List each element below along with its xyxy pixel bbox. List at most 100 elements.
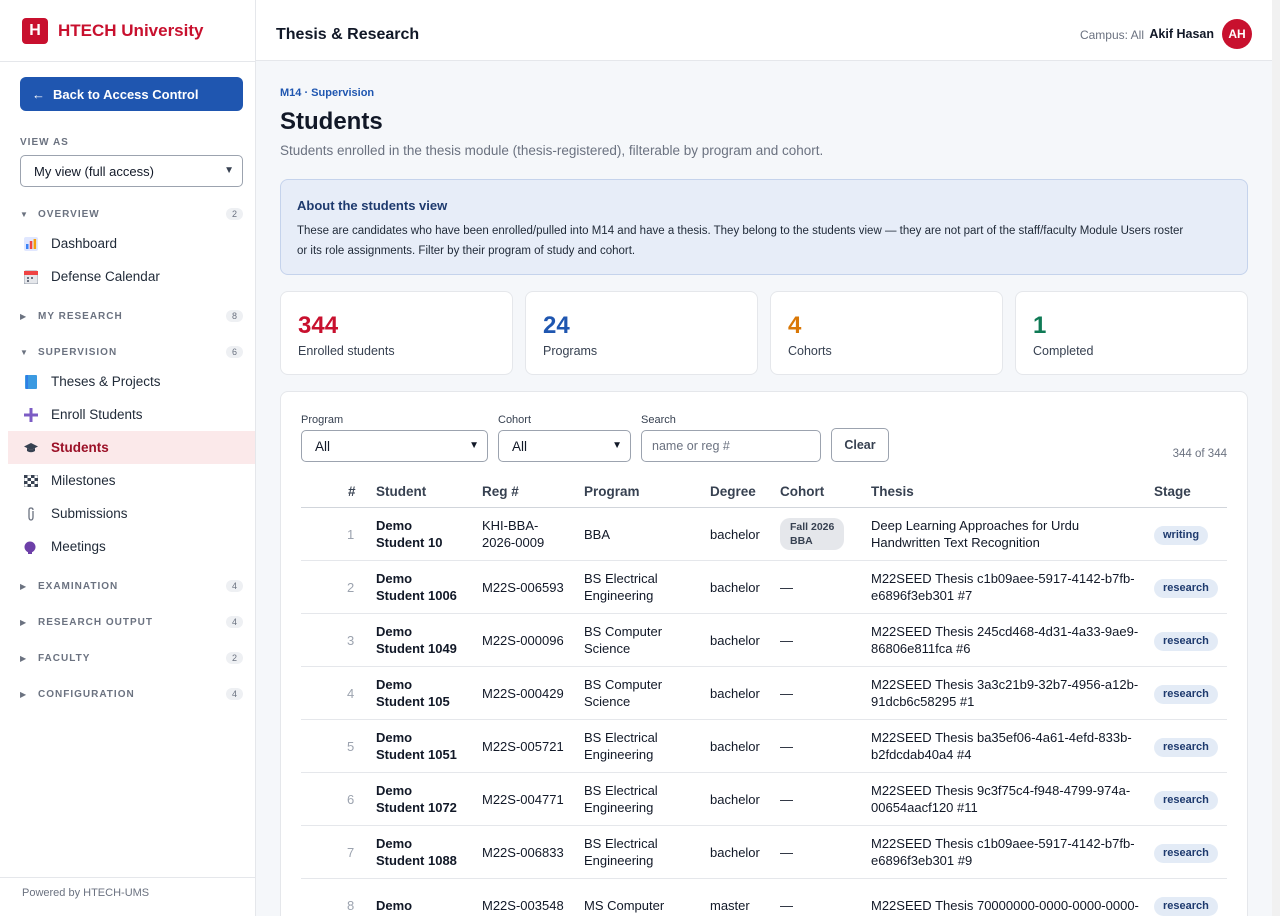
student-name-line: Demo	[376, 783, 413, 798]
thesis-title-line: M22SEED Thesis c1b09aee-5917-4142-b7fb-	[871, 571, 1135, 586]
sidebar: H HTECH University ← Back to Access Cont…	[0, 0, 256, 916]
section-supervision-label: SUPERVISION	[38, 346, 118, 358]
table-row[interactable]: 4 Demo Student 105 M22S-000429 BS Computer Sc…	[301, 667, 1227, 720]
stage-cell: research	[1154, 578, 1218, 598]
column-header[interactable]: Program	[584, 484, 640, 499]
sidebar-item-milestones[interactable]: Milestones	[8, 464, 255, 497]
section-configuration[interactable]: ▶ CONFIGURATION 4	[20, 686, 243, 702]
section-examination[interactable]: ▶ EXAMINATION 4	[20, 578, 243, 594]
cohort-cell: —	[780, 686, 793, 701]
cohort-filter-value: All	[512, 438, 528, 454]
table-row[interactable]: 5 Demo Student 1051 M22S-005721 BS Electrica…	[301, 720, 1227, 773]
table-row[interactable]: 1 Demo Student 10 KHI-BBA- 2026-0009 BBA bache…	[301, 508, 1227, 561]
stage-cell: research	[1154, 737, 1218, 757]
table-row[interactable]: 3 Demo Student 1049 M22S-000096 BS Computer S…	[301, 614, 1227, 667]
thesis-title-line: M22SEED Thesis 3a3c21b9-32b7-4956-a12b-	[871, 677, 1139, 692]
thesis-title-line: 86806e811fca #6	[871, 641, 971, 656]
section-supervision[interactable]: ▼ SUPERVISION 6	[20, 344, 243, 360]
student-name-line: Demo	[376, 898, 413, 913]
checkered-flag-icon	[23, 473, 38, 488]
student-name-line: Student 1051	[376, 747, 457, 762]
powered-by: Powered by HTECH-UMS	[0, 877, 255, 899]
table-row[interactable]: 8 Demo M22S-003548 MS Computer master — M22SEE…	[301, 879, 1227, 916]
info-line: or its role assignments. Filter by their…	[297, 245, 636, 257]
table-row[interactable]: 2 Demo Student 1006 M22S-006593 BS Electrica…	[301, 561, 1227, 614]
section-overview[interactable]: ▼ OVERVIEW 2	[20, 206, 243, 222]
reg-number: M22S-003548	[482, 897, 572, 914]
student-name-line: Student 105	[376, 694, 450, 709]
row-number: 6	[347, 792, 355, 807]
reg-number: M22S-000429	[482, 685, 572, 702]
reg-number-line: M22S-006593	[482, 580, 564, 595]
avatar[interactable]: AH	[1222, 19, 1252, 49]
chevron-down-icon: ▼	[469, 440, 479, 451]
stat-label: Enrolled students	[298, 344, 395, 358]
column-header[interactable]: #	[348, 484, 356, 499]
scrollbar[interactable]	[1272, 0, 1280, 916]
program-cell-line: Engineering	[584, 747, 654, 762]
stat-label: Programs	[543, 344, 598, 358]
graduation-cap-icon	[23, 440, 38, 455]
student-name: Demo Student 1088	[376, 835, 466, 869]
campus-selector[interactable]: Campus: All	[1080, 28, 1144, 42]
row-number: 1	[347, 527, 355, 542]
sidebar-item-students[interactable]: Students	[8, 431, 255, 464]
program-cell-line: BBA	[584, 527, 611, 542]
page-subtitle: Students enrolled in the thesis module (…	[280, 143, 824, 158]
stage-cell: research	[1154, 631, 1218, 651]
reg-number: M22S-005721	[482, 738, 572, 755]
stat-label: Completed	[1033, 344, 1094, 358]
sidebar-item-submissions[interactable]: Submissions	[8, 497, 255, 530]
column-header[interactable]: Student	[376, 484, 426, 499]
section-research-output-count: 4	[225, 616, 243, 628]
cohort-cell: —	[780, 580, 793, 595]
student-name-line: Demo	[376, 730, 413, 745]
section-my-research[interactable]: ▶ MY RESEARCH 8	[20, 308, 243, 324]
section-faculty[interactable]: ▶ FACULTY 2	[20, 650, 243, 666]
stat-value: 4	[788, 312, 802, 339]
search-input[interactable]: name or reg #	[641, 430, 821, 462]
program-cell-line: BS Electrical	[584, 730, 658, 745]
view-as-value: My view (full access)	[34, 163, 154, 179]
column-header[interactable]: Degree	[710, 484, 756, 499]
result-count: 344 of 344	[1172, 448, 1227, 460]
table-row[interactable]: 7 Demo Student 1088 M22S-006833 BS Electrica…	[301, 826, 1227, 879]
sidebar-item-meetings-label: Meetings	[51, 539, 106, 554]
clear-button[interactable]: Clear	[831, 428, 889, 462]
column-header[interactable]: Thesis	[871, 484, 914, 499]
calendar-icon	[23, 269, 38, 284]
stat-card-programs: 24 Programs	[525, 291, 758, 375]
student-name: Demo	[376, 897, 466, 914]
cohort-filter-select[interactable]: All ▼	[498, 430, 631, 462]
column-header[interactable]: Cohort	[780, 484, 824, 499]
program-cell: BS Computer Science	[584, 676, 694, 710]
column-header[interactable]: Stage	[1154, 484, 1191, 499]
degree-cell: bachelor	[710, 686, 760, 701]
sidebar-item-dashboard[interactable]: Dashboard	[8, 227, 255, 260]
table-row[interactable]: 6 Demo Student 1072 M22S-004771 BS Electrica…	[301, 773, 1227, 826]
sidebar-item-enroll-students[interactable]: Enroll Students	[8, 398, 255, 431]
student-name-line: Demo	[376, 836, 413, 851]
reg-number: M22S-004771	[482, 791, 572, 808]
sidebar-item-defense-calendar[interactable]: Defense Calendar	[8, 260, 255, 293]
sidebar-item-meetings[interactable]: Meetings	[8, 530, 255, 563]
back-to-access-control-button[interactable]: ← Back to Access Control	[20, 77, 243, 111]
stage-badge: research	[1154, 632, 1218, 651]
row-number: 4	[347, 686, 355, 701]
brand[interactable]: H HTECH University	[0, 0, 255, 62]
program-cell-line: BS Computer	[584, 677, 663, 692]
user-name[interactable]: Akif Hasan	[1149, 27, 1214, 41]
thesis-title-line: M22SEED Thesis 70000000-0000-0000-0000-	[871, 898, 1139, 913]
sidebar-item-theses-projects[interactable]: Theses & Projects	[8, 365, 255, 398]
info-line: These are candidates who have been enrol…	[297, 225, 1184, 237]
student-name-line: Demo	[376, 518, 413, 533]
column-header[interactable]: Reg #	[482, 484, 519, 499]
student-name: Demo Student 1049	[376, 623, 466, 657]
page-title: Students	[280, 108, 383, 135]
plus-icon	[23, 407, 38, 422]
thesis-title-line: e6896f3eb301 #7	[871, 588, 973, 603]
section-configuration-count: 4	[225, 688, 243, 700]
program-filter-select[interactable]: All ▼	[301, 430, 488, 462]
section-research-output[interactable]: ▶ RESEARCH OUTPUT 4	[20, 614, 243, 630]
view-as-select[interactable]: My view (full access) ▼	[20, 155, 243, 187]
